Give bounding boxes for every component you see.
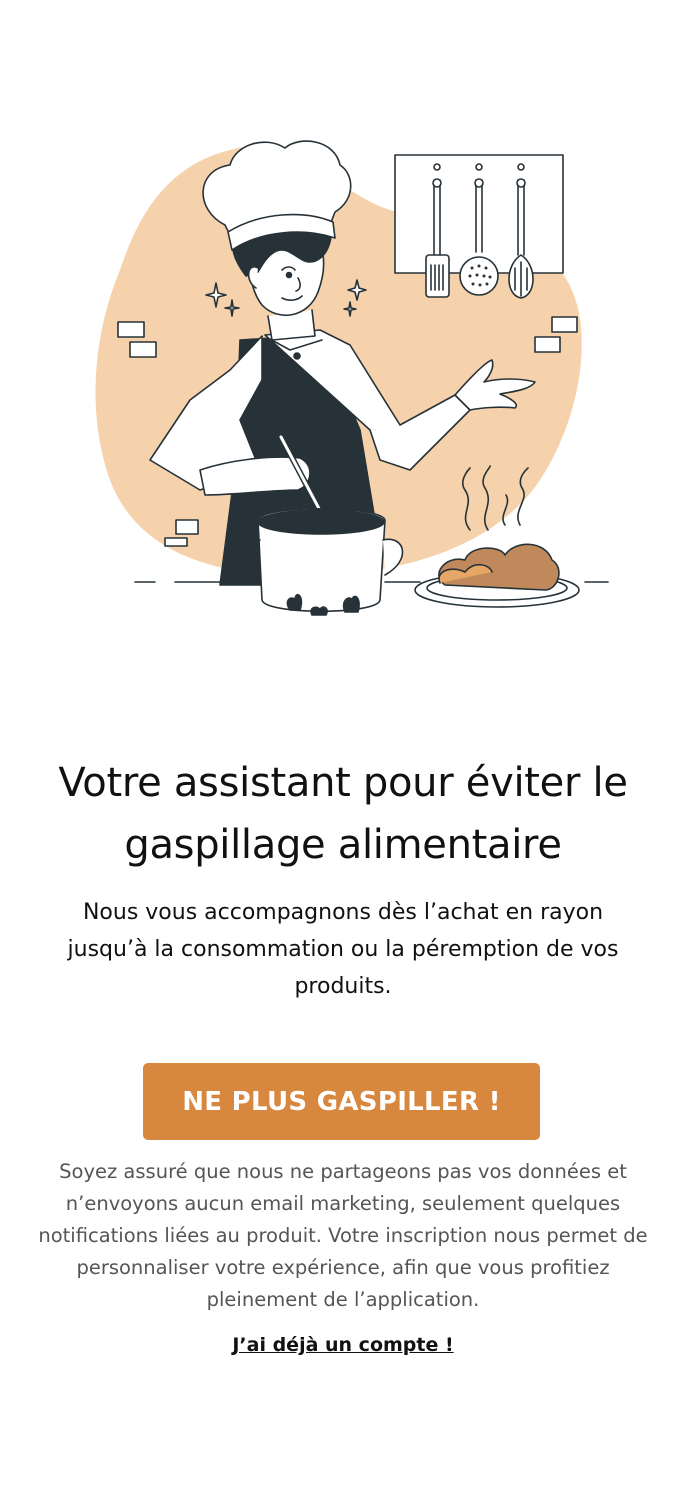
chef-cooking-illustration — [95, 140, 609, 616]
login-link-container: J’ai déjà un compte ! — [0, 1334, 686, 1356]
existing-account-link[interactable]: J’ai déjà un compte ! — [232, 1334, 453, 1356]
page-title: Votre assistant pour éviter le gaspillag… — [58, 760, 628, 868]
page-subtitle: Nous vous accompagnons dès l’achat en ra… — [67, 900, 619, 999]
stop-waste-button[interactable]: NE PLUS GASPILLER ! — [143, 1063, 540, 1140]
privacy-notice: Soyez assuré que nous ne partageons pas … — [38, 1160, 648, 1311]
